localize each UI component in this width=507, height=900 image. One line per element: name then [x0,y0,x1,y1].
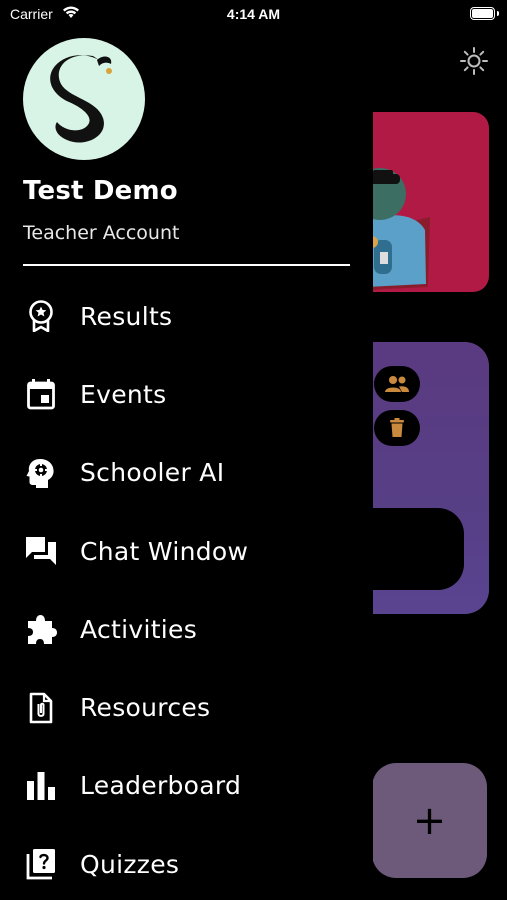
navigation-drawer: Test Demo Teacher Account Results Events… [0,0,373,900]
schooler-logo-icon [50,55,112,143]
menu-item-label: Activities [80,614,198,644]
battery-level [472,9,493,18]
status-bar: Carrier 4:14 AM [0,0,507,30]
menu-item-label: Resources [80,693,211,723]
calendar-icon [24,377,58,411]
theme-toggle-button[interactable] [459,46,489,76]
puzzle-piece-icon [24,612,58,646]
menu-item-schooler-ai[interactable]: Schooler AI [0,434,373,512]
menu-item-activities[interactable]: Activities [0,590,373,668]
document-clip-icon [24,691,58,725]
head-gear-icon [24,456,58,490]
menu-item-label: Results [80,301,173,331]
menu-item-quizzes[interactable]: Quizzes [0,825,373,900]
menu-item-label: Schooler AI [80,458,225,488]
menu-item-label: Events [80,379,167,409]
plus-icon: + [412,797,447,844]
chat-bubbles-icon [24,534,58,568]
sun-icon [460,47,488,75]
user-name: Test Demo [23,176,178,206]
quiz-help-icon [24,847,58,881]
menu-item-leaderboard[interactable]: Leaderboard [0,747,373,825]
menu-item-resources[interactable]: Resources [0,668,373,746]
menu-item-label: Chat Window [80,536,249,566]
menu-item-results[interactable]: Results [0,277,373,355]
user-role: Teacher Account [23,222,180,244]
menu-item-label: Quizzes [80,849,180,879]
bar-chart-icon [24,769,58,803]
trash-icon [390,418,404,437]
add-button[interactable]: + [372,763,487,878]
battery-icon [470,7,499,20]
award-ribbon-icon [24,299,58,333]
clock: 4:14 AM [226,6,281,22]
group-people-icon [385,376,409,392]
menu-item-events[interactable]: Events [0,355,373,433]
menu-item-chat-window[interactable]: Chat Window [0,512,373,590]
drawer-menu: Results Events Schooler AI Chat Window A… [0,277,373,900]
delete-button[interactable] [374,410,420,446]
members-button[interactable] [374,366,420,402]
menu-item-label: Leaderboard [80,771,242,801]
divider [23,264,350,266]
avatar[interactable] [23,38,145,160]
